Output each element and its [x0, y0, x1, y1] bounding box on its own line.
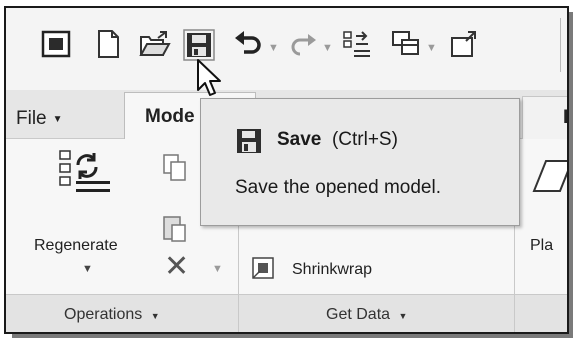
tooltip-shortcut: (Ctrl+S) [331, 129, 398, 150]
chevron-down-icon: ▼ [398, 311, 408, 321]
group-footer-bar: Operations ▼ Get Data ▼ [6, 294, 567, 332]
paste-icon[interactable] [162, 213, 188, 248]
toolbar-separator [560, 18, 561, 72]
copy-icon[interactable] [162, 153, 188, 188]
footer-separator-1 [238, 295, 239, 332]
plane-icon[interactable] [532, 155, 567, 200]
undo-dropdown-icon[interactable]: ▼ [268, 42, 279, 54]
windows-dropdown-icon[interactable]: ▼ [426, 42, 437, 54]
redo-dropdown-icon[interactable]: ▼ [322, 42, 333, 54]
shrinkwrap-label[interactable]: Shrinkwrap [292, 261, 372, 279]
tooltip-title-text: Save [277, 129, 322, 150]
group-operations-label: Operations [64, 306, 143, 323]
delete-icon[interactable]: ✕ [164, 249, 189, 284]
save-icon[interactable] [182, 28, 215, 61]
regenerate-icon[interactable] [340, 28, 372, 60]
open-icon[interactable] [138, 28, 171, 60]
delete-dropdown-icon[interactable]: ▼ [212, 263, 223, 275]
chevron-down-icon: ▼ [150, 311, 160, 321]
mouse-pointer-icon [196, 58, 226, 105]
quick-access-toolbar: ▼ ▼ ▼ [6, 8, 567, 90]
close-icon[interactable] [448, 28, 480, 60]
tooltip-description: Save the opened model. [235, 177, 441, 198]
group-operations[interactable]: Operations ▼ [64, 306, 160, 324]
tab-model-label: Mode [145, 106, 195, 127]
tab-file-label: File [16, 108, 47, 129]
new-icon[interactable] [92, 28, 124, 60]
tab-next[interactable]: Re [522, 96, 567, 139]
group-get-data-label: Get Data [326, 306, 391, 323]
windows-icon[interactable] [390, 28, 422, 60]
save-tooltip: Save (Ctrl+S) Save the opened model. [200, 98, 520, 226]
tab-file[interactable]: File ▼ [16, 100, 63, 138]
shrinkwrap-icon[interactable] [250, 255, 278, 288]
tooltip-title: Save (Ctrl+S) [277, 129, 398, 151]
plane-label[interactable]: Pla [530, 237, 553, 255]
redo-icon[interactable] [288, 28, 320, 60]
footer-separator-2 [514, 295, 515, 332]
regenerate-large-icon[interactable] [58, 149, 116, 206]
regenerate-label[interactable]: Regenerate [34, 237, 118, 255]
chevron-down-icon: ▼ [52, 113, 63, 125]
group-get-data[interactable]: Get Data ▼ [326, 306, 407, 324]
window-icon[interactable] [40, 28, 72, 60]
tab-next-label: Re [563, 107, 567, 129]
regenerate-dropdown-icon[interactable]: ▼ [82, 263, 93, 275]
save-icon [235, 127, 263, 160]
undo-icon[interactable] [232, 28, 264, 60]
app-window: ▼ ▼ ▼ File ▼ Mode Regenerate ▼ ✕ ▼ Shrin… [4, 6, 569, 334]
